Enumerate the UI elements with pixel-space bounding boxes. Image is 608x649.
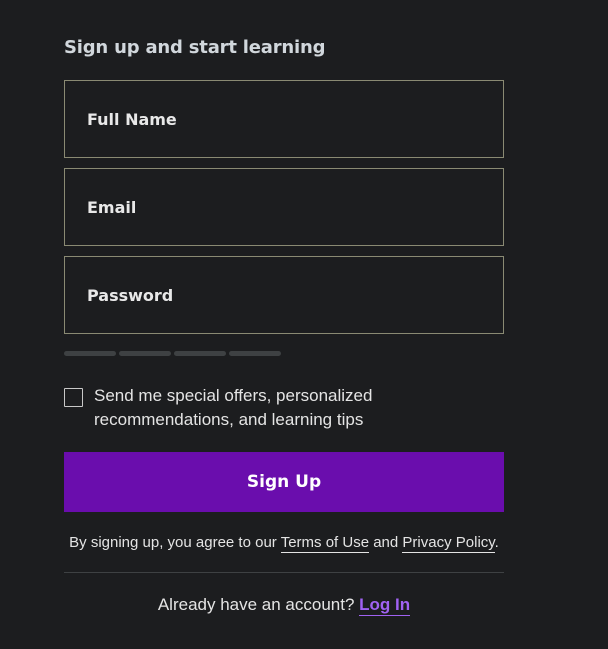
email-placeholder: Email xyxy=(87,197,137,217)
full-name-field[interactable]: Full Name xyxy=(64,80,504,158)
optin-checkbox[interactable] xyxy=(64,388,83,407)
terms-of-use-link[interactable]: Terms of Use xyxy=(280,534,370,553)
divider xyxy=(64,572,504,573)
strength-segment xyxy=(119,351,171,356)
password-strength-meter xyxy=(64,351,504,356)
marketing-optin: Send me special offers, personalized rec… xyxy=(64,384,504,432)
strength-segment xyxy=(174,351,226,356)
password-placeholder: Password xyxy=(87,285,174,305)
password-field[interactable]: Password xyxy=(64,256,504,334)
legal-prefix: By signing up, you agree to our xyxy=(69,534,281,551)
strength-segment xyxy=(229,351,281,356)
legal-suffix: . xyxy=(494,534,499,551)
sign-up-button[interactable]: Sign Up xyxy=(64,452,504,512)
privacy-policy-link[interactable]: Privacy Policy xyxy=(402,534,495,553)
optin-label: Send me special offers, personalized rec… xyxy=(94,386,373,429)
login-prompt-row: Already have an account? Log In xyxy=(64,595,504,616)
legal-notice: By signing up, you agree to our Terms of… xyxy=(64,532,504,554)
full-name-placeholder: Full Name xyxy=(87,109,177,129)
signup-form: Sign up and start learning Full Name Ema… xyxy=(64,36,504,616)
email-field[interactable]: Email xyxy=(64,168,504,246)
strength-segment xyxy=(64,351,116,356)
log-in-link[interactable]: Log In xyxy=(359,595,411,616)
page-title: Sign up and start learning xyxy=(64,37,326,58)
legal-middle: and xyxy=(369,534,403,551)
login-prompt: Already have an account? xyxy=(157,595,360,614)
